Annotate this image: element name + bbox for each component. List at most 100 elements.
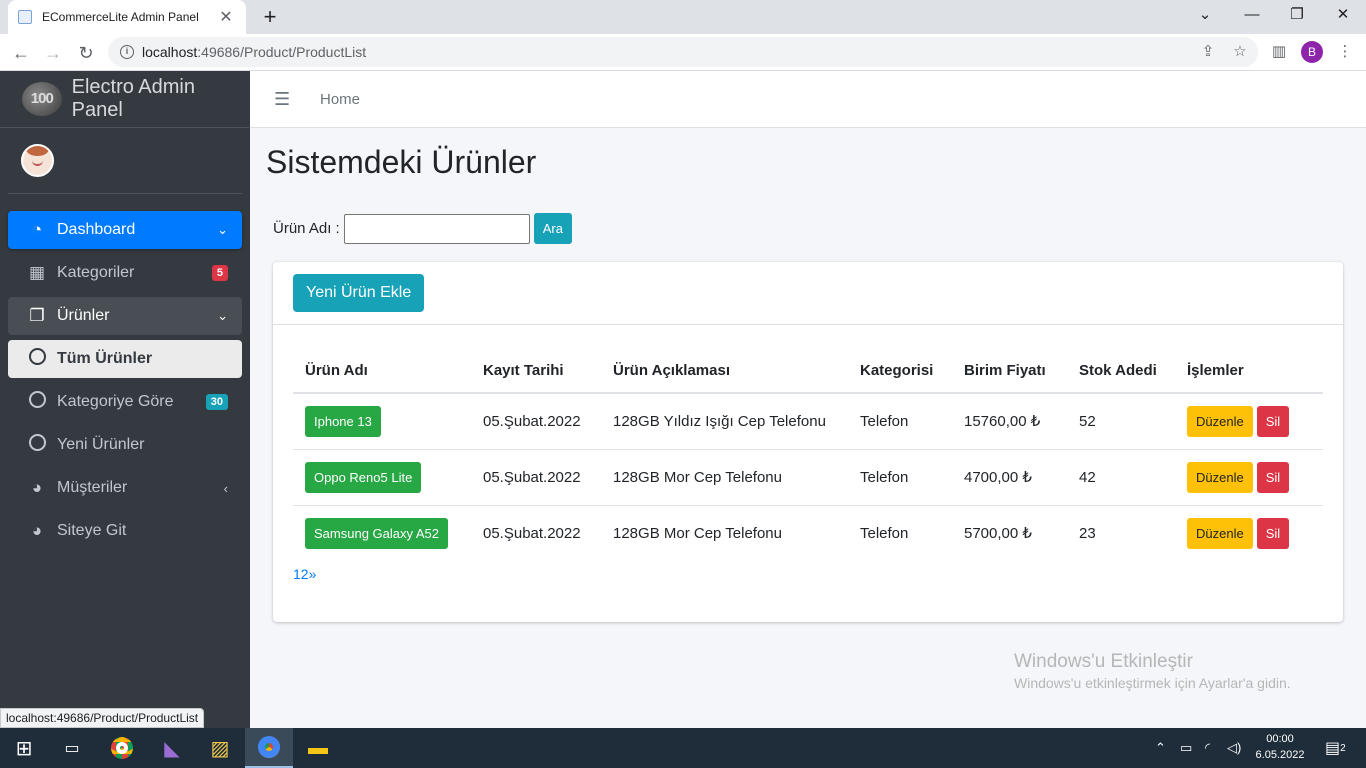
stock-cell: 52 [1079,412,1096,430]
price-cell: 5700,00 ₺ [952,504,1067,561]
close-window-icon[interactable]: ✕ [1328,4,1358,26]
sidebar-item-yeni-urunler[interactable]: Yeni Ürünler [8,426,242,464]
watermark-title: Windows'u Etkinleştir [1014,651,1193,672]
link-status-bar: localhost:49686/Product/ProductList [0,708,205,728]
visual-studio-icon[interactable]: ◣ [148,728,196,768]
column-header: Kayıt Tarihi [471,349,601,394]
delete-button[interactable]: Sil [1256,461,1290,493]
browser-tab[interactable]: ECommerceLite Admin Panel ✕ [8,0,246,34]
reload-icon[interactable]: ↻ [73,40,99,66]
wifi-icon[interactable]: ◜ [1205,728,1210,768]
sidebar-item-kategoriye-gore[interactable]: Kategoriye Göre 30 [8,383,242,421]
tachometer-icon: ◔ [31,220,43,239]
sidebar-item-kategoriler[interactable]: ▦ Kategoriler 5 [8,254,242,292]
edit-button[interactable]: Düzenle [1187,405,1253,437]
show-hidden-icons-icon[interactable]: ⌃ [1155,728,1166,768]
system-clock[interactable]: 00:00 6.05.2022 [1250,731,1310,763]
product-name-button[interactable]: Iphone 13 [305,405,381,437]
description-cell: 128GB Yıldız Işığı Cep Telefonu [613,412,826,430]
sidebar-item-label: Tüm Ürünler [57,350,153,367]
side-panel-icon[interactable]: ▥ [1268,41,1290,63]
task-view-icon[interactable]: ▭ [48,728,96,768]
minimize-icon[interactable]: — [1237,4,1267,26]
bookmark-star-icon[interactable]: ☆ [1229,41,1251,63]
copy-icon: ❐ [29,306,45,325]
page-favicon-icon [18,10,32,24]
tab-search-icon[interactable]: ⌄ [1190,4,1220,26]
sidebar-item-tum-urunler[interactable]: Tüm Ürünler [8,340,242,378]
stock-cell: 23 [1067,504,1175,561]
sidebar-item-label: Siteye Git [57,522,127,539]
product-name-button[interactable]: Oppo Reno5 Lite [305,461,422,493]
chart-pie-icon: ◕ [31,478,43,497]
clock-time: 00:00 [1266,733,1294,745]
next-page-link[interactable]: » [309,566,317,582]
sidebar-item-label: Kategoriye Göre [57,393,174,410]
column-header: Kategorisi [848,349,952,394]
profile-avatar[interactable]: B [1301,41,1323,63]
product-name-button[interactable]: Samsung Galaxy A52 [305,517,449,549]
column-header: İşlemler [1175,349,1323,394]
sidebar-item-musteriler[interactable]: ◕ Müşteriler ‹ [8,469,242,507]
page-title: Sistemdeki Ürünler [266,144,537,180]
search-form: Ürün Adı : Ara [273,213,572,244]
date-cell: 05.Şubat.2022 [471,448,601,505]
new-tab-icon[interactable]: + [258,5,282,29]
price-cell: 15760,00 ₺ [964,413,1041,431]
product-name-search-input[interactable] [343,213,530,244]
restore-icon[interactable]: ❐ [1282,4,1312,26]
top-navbar: ☰ Home [250,71,1366,128]
user-avatar[interactable] [21,144,54,177]
chrome-menu-icon[interactable]: ⋮ [1334,41,1356,63]
grid-icon: ▦ [28,263,46,282]
windows-start-icon[interactable]: ⊞ [0,728,48,768]
forward-icon[interactable]: → [40,40,66,66]
hamburger-menu-icon[interactable]: ☰ [274,89,290,110]
products-card: Yeni Ürün Ekle Ürün Adı Kayıt Tarihi Ürü… [273,262,1343,622]
share-icon[interactable]: ⇪ [1197,41,1219,63]
count-badge: 30 [205,394,228,410]
address-bar: ← → ↻ i localhost:49686/Product/ProductL… [0,34,1366,71]
edit-button[interactable]: Düzenle [1187,517,1253,549]
url-field[interactable]: i localhost:49686/Product/ProductList [108,37,1258,67]
file-explorer-icon[interactable]: ▬ [294,728,342,768]
mysql-workbench-icon[interactable]: ▨ [196,728,244,768]
add-product-button[interactable]: Yeni Ürün Ekle [293,274,425,312]
chrome-active-app-icon[interactable] [245,728,293,768]
table-row: Oppo Reno5 Lite 05.Şubat.2022 128GB Mor … [293,448,1323,505]
search-label: Ürün Adı : [273,220,340,237]
sidebar: 100 Electro Admin Panel ◔ Dashboard ⌄ ▦ … [0,71,250,728]
stock-cell: 42 [1067,448,1175,505]
pagination: 12» [293,566,316,582]
delete-button[interactable]: Sil [1256,405,1290,437]
battery-icon[interactable]: ▭ [1180,728,1192,768]
sidebar-item-label: Kategoriler [57,264,135,281]
chevron-left-icon: ‹ [223,480,228,496]
sidebar-item-siteye-git[interactable]: ◕ Siteye Git [8,512,242,550]
page-link-2[interactable]: 2 [301,566,309,582]
volume-icon[interactable]: ◁) [1227,728,1241,768]
home-link[interactable]: Home [320,91,360,108]
category-cell: Telefon [860,412,909,430]
edit-button[interactable]: Düzenle [1187,461,1253,493]
date-cell: 05.Şubat.2022 [471,504,601,561]
page-link-1[interactable]: 1 [293,566,301,582]
notification-center-icon[interactable]: ▤ 2 [1325,728,1346,768]
search-button[interactable]: Ara [533,213,572,244]
column-header: Birim Fiyatı [952,349,1067,394]
sidebar-item-dashboard[interactable]: ◔ Dashboard ⌄ [8,211,242,249]
watermark-subtitle: Windows'u etkinleştirmek için Ayarlar'a … [1014,675,1291,691]
brand-link[interactable]: 100 Electro Admin Panel [0,71,250,128]
delete-button[interactable]: Sil [1256,517,1290,549]
tab-title: ECommerceLite Admin Panel [42,10,199,24]
url-host: localhost [142,44,198,60]
chrome-app-icon[interactable] [98,728,146,768]
description-cell: 128GB Mor Cep Telefonu [601,504,848,561]
sidebar-item-urunler[interactable]: ❐ Ürünler ⌄ [8,297,242,335]
category-cell: Telefon [848,448,952,505]
back-icon[interactable]: ← [8,40,34,66]
site-info-icon[interactable]: i [120,45,134,59]
close-tab-icon[interactable]: ✕ [216,7,236,27]
url-path: :49686/Product/ProductList [197,44,367,60]
activation-watermark: Windows'u Etkinleştir Windows'u etkinleş… [1014,651,1291,691]
